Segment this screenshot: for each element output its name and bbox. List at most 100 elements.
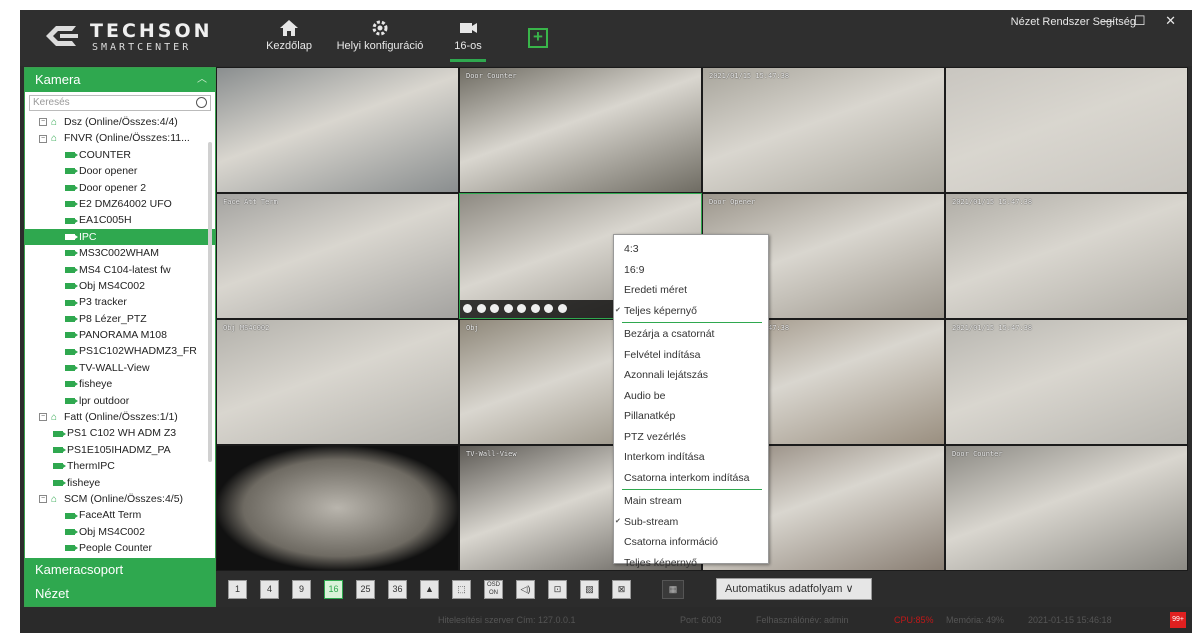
- video-tile[interactable]: [216, 445, 459, 571]
- video-osd-text: TV-Wall-View: [466, 450, 517, 458]
- snapshot-icon[interactable]: ⊡: [548, 580, 567, 599]
- context-menu-item[interactable]: Sub-stream: [614, 512, 768, 533]
- audio-icon[interactable]: ◁): [516, 580, 535, 599]
- tree-camera[interactable]: TV-WALL-View: [25, 360, 215, 376]
- context-menu-item[interactable]: Audio be: [614, 386, 768, 407]
- video-tile[interactable]: 2021/01/15 15:47:38: [702, 67, 945, 193]
- sidebar-camera-header[interactable]: Kamera ︿: [25, 68, 215, 92]
- zoom-icon[interactable]: [530, 304, 540, 313]
- tree-camera[interactable]: E2 DMZ64002 UFO: [25, 196, 215, 212]
- video-tile[interactable]: Door Counter: [459, 67, 702, 193]
- context-menu-item[interactable]: Pillanatkép: [614, 406, 768, 427]
- context-menu-item[interactable]: Teljes képernyő: [614, 553, 768, 574]
- tree-camera[interactable]: fisheye: [25, 376, 215, 392]
- tree-camera[interactable]: ThermIPC: [25, 458, 215, 474]
- tree-camera[interactable]: People Counter: [25, 540, 215, 554]
- zoom-in-icon[interactable]: [544, 304, 553, 313]
- device-group-icon: ⌂: [51, 117, 58, 128]
- tree-camera[interactable]: PS1E105IHADMZ_PA: [25, 442, 215, 458]
- video-tile[interactable]: Obj MS4C002: [216, 319, 459, 445]
- tree-node-label: PS1C102WHADMZ3_FR: [79, 345, 197, 358]
- video-tile[interactable]: Face Att Term: [216, 193, 459, 319]
- tree-group[interactable]: − ⌂ FNVR (Online/Összes:11...: [25, 130, 215, 146]
- nav-home[interactable]: Kezdőlap: [264, 18, 314, 62]
- tree-camera[interactable]: COUNTER: [25, 147, 215, 163]
- audio-icon[interactable]: [490, 304, 499, 313]
- context-menu-item[interactable]: PTZ vezérlés: [614, 427, 768, 448]
- tree-group[interactable]: − ⌂ SCM (Online/Összes:4/5): [25, 491, 215, 507]
- tree-scrollbar[interactable]: [208, 142, 212, 462]
- grid-custom-icon[interactable]: ▦: [662, 580, 684, 599]
- tree-camera[interactable]: Door opener: [25, 163, 215, 179]
- layout-button[interactable]: 25: [356, 580, 375, 599]
- notification-badge[interactable]: 99+: [1170, 612, 1186, 628]
- layout-button[interactable]: 4: [260, 580, 279, 599]
- record-icon[interactable]: ▨: [580, 580, 599, 599]
- stream-select[interactable]: Automatikus adatfolyam ∨: [716, 578, 872, 600]
- context-menu-item[interactable]: Csatorna interkom indítása: [614, 468, 768, 489]
- tree-node-label: MS4 C104-latest fw: [79, 263, 171, 276]
- layout-button[interactable]: 1: [228, 580, 247, 599]
- fullscreen-icon[interactable]: ⬚: [452, 580, 471, 599]
- context-menu-item[interactable]: Felvétel indítása: [614, 345, 768, 366]
- close-all-icon[interactable]: ⊠: [612, 580, 631, 599]
- add-tab-button[interactable]: +: [528, 28, 548, 48]
- tree-camera[interactable]: PS1 C102 WH ADM Z3: [25, 425, 215, 441]
- tree-camera[interactable]: lpr outdoor: [25, 393, 215, 409]
- sidebar-camera-group[interactable]: Kameracsoport: [25, 558, 215, 582]
- layout-button[interactable]: 16: [324, 580, 343, 599]
- tree-camera[interactable]: PANORAMA M108: [25, 327, 215, 343]
- tree-camera[interactable]: P8 Lézer_PTZ: [25, 311, 215, 327]
- snapshot-icon[interactable]: [503, 304, 513, 313]
- tree-node-label: fisheye: [67, 476, 101, 489]
- context-menu-item[interactable]: 16:9: [614, 260, 768, 281]
- zoom-out-icon[interactable]: [557, 304, 567, 313]
- tree-camera[interactable]: Obj MS4C002: [25, 278, 215, 294]
- tree-camera[interactable]: fisheye: [25, 475, 215, 491]
- context-menu-item[interactable]: 4:3: [614, 239, 768, 260]
- video-tile[interactable]: [216, 67, 459, 193]
- camera-icon: [65, 250, 78, 257]
- expand-toggle-icon[interactable]: −: [39, 413, 47, 422]
- ptz-icon[interactable]: [517, 304, 526, 313]
- tree-group[interactable]: − ⌂ Fatt (Online/Összes:1/1): [25, 409, 215, 425]
- tree-camera[interactable]: MS4 C104-latest fw: [25, 262, 215, 278]
- context-menu-item[interactable]: Main stream: [614, 491, 768, 512]
- context-menu-item[interactable]: Teljes képernyő: [614, 301, 768, 322]
- stop-icon[interactable]: [476, 304, 486, 313]
- tree-camera[interactable]: PS1C102WHADMZ3_FR: [25, 343, 215, 359]
- camera-icon: [53, 430, 66, 437]
- tree-camera[interactable]: Obj MS4C002: [25, 524, 215, 540]
- tree-group[interactable]: − ⌂ Dsz (Online/Összes:4/4): [25, 114, 215, 130]
- search-input[interactable]: Keresés: [29, 95, 211, 111]
- tree-camera[interactable]: FaceAtt Term: [25, 507, 215, 523]
- nav-local-config[interactable]: Helyi konfiguráció: [330, 18, 430, 62]
- tab-16[interactable]: 16-os: [450, 18, 486, 62]
- context-menu-item[interactable]: Interkom indítása: [614, 447, 768, 468]
- sidebar-view[interactable]: Nézet: [25, 582, 215, 606]
- context-menu-item[interactable]: Bezárja a csatornát: [614, 324, 768, 345]
- tree-camera[interactable]: P3 tracker: [25, 294, 215, 310]
- tree-camera[interactable]: IPC: [25, 228, 215, 246]
- layout-button[interactable]: 36: [388, 580, 407, 599]
- video-tile[interactable]: 2021/01/15 15:47:38: [945, 319, 1188, 445]
- video-tile[interactable]: 2021/01/15 15:47:38: [945, 193, 1188, 319]
- context-menu-item[interactable]: Csatorna információ: [614, 532, 768, 553]
- video-tile[interactable]: [945, 67, 1188, 193]
- context-menu-item[interactable]: Eredeti méret: [614, 280, 768, 301]
- search-icon[interactable]: [196, 97, 207, 108]
- video-tile[interactable]: Door Counter: [945, 445, 1188, 571]
- window-controls[interactable]: — ☐ ✕: [1101, 13, 1184, 29]
- tree-camera[interactable]: MS3C002WHAM: [25, 245, 215, 261]
- osd-toggle-icon[interactable]: OSD ON: [484, 580, 503, 599]
- expand-toggle-icon[interactable]: −: [39, 495, 47, 504]
- expand-toggle-icon[interactable]: −: [39, 134, 47, 143]
- tree-camera[interactable]: EA1C005H: [25, 212, 215, 228]
- tree-camera[interactable]: Door opener 2: [25, 180, 215, 196]
- camera-icon: [65, 348, 78, 355]
- context-menu-item[interactable]: Azonnali lejátszás: [614, 365, 768, 386]
- expand-toggle-icon[interactable]: −: [39, 118, 47, 127]
- layout-button[interactable]: 9: [292, 580, 311, 599]
- scroll-up-icon[interactable]: ▲: [420, 580, 439, 599]
- record-icon[interactable]: [463, 304, 472, 313]
